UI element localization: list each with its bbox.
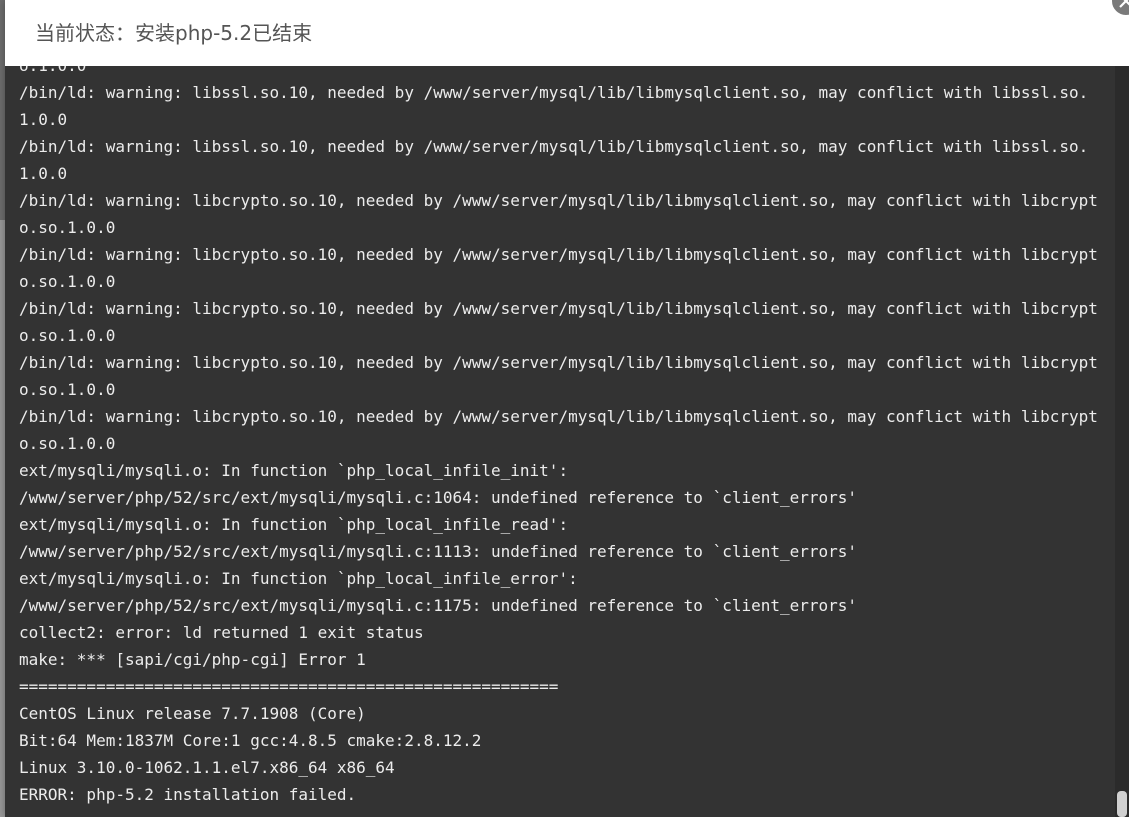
console-line: CentOS Linux release 7.7.1908 (Core) — [19, 704, 366, 723]
console-line: /www/server/php/52/src/ext/mysqli/mysqli… — [19, 488, 858, 507]
console-line: /www/server/php/52/src/ext/mysqli/mysqli… — [19, 596, 858, 615]
install-log-dialog: 当前状态：安装php-5.2已结束 o.1.0.0 /bin/ld: warni… — [5, 0, 1129, 817]
console-line: ext/mysqli/mysqli.o: In function `php_lo… — [19, 461, 569, 480]
console-line: ext/mysqli/mysqli.o: In function `php_lo… — [19, 569, 578, 588]
dialog-title: 当前状态：安装php-5.2已结束 — [35, 21, 313, 45]
console-line: /bin/ld: warning: libcrypto.so.10, neede… — [19, 353, 1098, 399]
console-output[interactable]: o.1.0.0 /bin/ld: warning: libssl.so.10, … — [5, 66, 1129, 817]
console-line: collect2: error: ld returned 1 exit stat… — [19, 623, 424, 642]
console-line: Bit:64 Mem:1837M Core:1 gcc:4.8.5 cmake:… — [19, 731, 482, 750]
console-line: /bin/ld: warning: libcrypto.so.10, neede… — [19, 191, 1098, 237]
console-line: ERROR: php-5.2 installation failed. — [19, 785, 357, 804]
console-line: /www/server/php/52/src/ext/mysqli/mysqli… — [19, 542, 858, 561]
console-line: ext/mysqli/mysqli.o: In function `php_lo… — [19, 515, 569, 534]
console-line: make: *** [sapi/cgi/php-cgi] Error 1 — [19, 650, 366, 669]
scrollbar-thumb[interactable] — [1117, 791, 1127, 817]
console-scrollbar[interactable] — [1115, 66, 1129, 817]
console-partial-line: o.1.0.0 — [19, 66, 86, 79]
console-line: /bin/ld: warning: libcrypto.so.10, neede… — [19, 299, 1098, 345]
console-line: /bin/ld: warning: libcrypto.so.10, neede… — [19, 245, 1098, 291]
console-line: Linux 3.10.0-1062.1.1.el7.x86_64 x86_64 — [19, 758, 395, 777]
console-line: ========================================… — [19, 677, 559, 696]
dialog-header: 当前状态：安装php-5.2已结束 — [5, 0, 1129, 66]
console-line: /bin/ld: warning: libssl.so.10, needed b… — [19, 83, 1089, 129]
console-line: /bin/ld: warning: libcrypto.so.10, neede… — [19, 407, 1098, 453]
console-log: /bin/ld: warning: libssl.so.10, needed b… — [19, 79, 1104, 808]
console-line: /bin/ld: warning: libssl.so.10, needed b… — [19, 137, 1089, 183]
close-icon — [1119, 0, 1129, 8]
